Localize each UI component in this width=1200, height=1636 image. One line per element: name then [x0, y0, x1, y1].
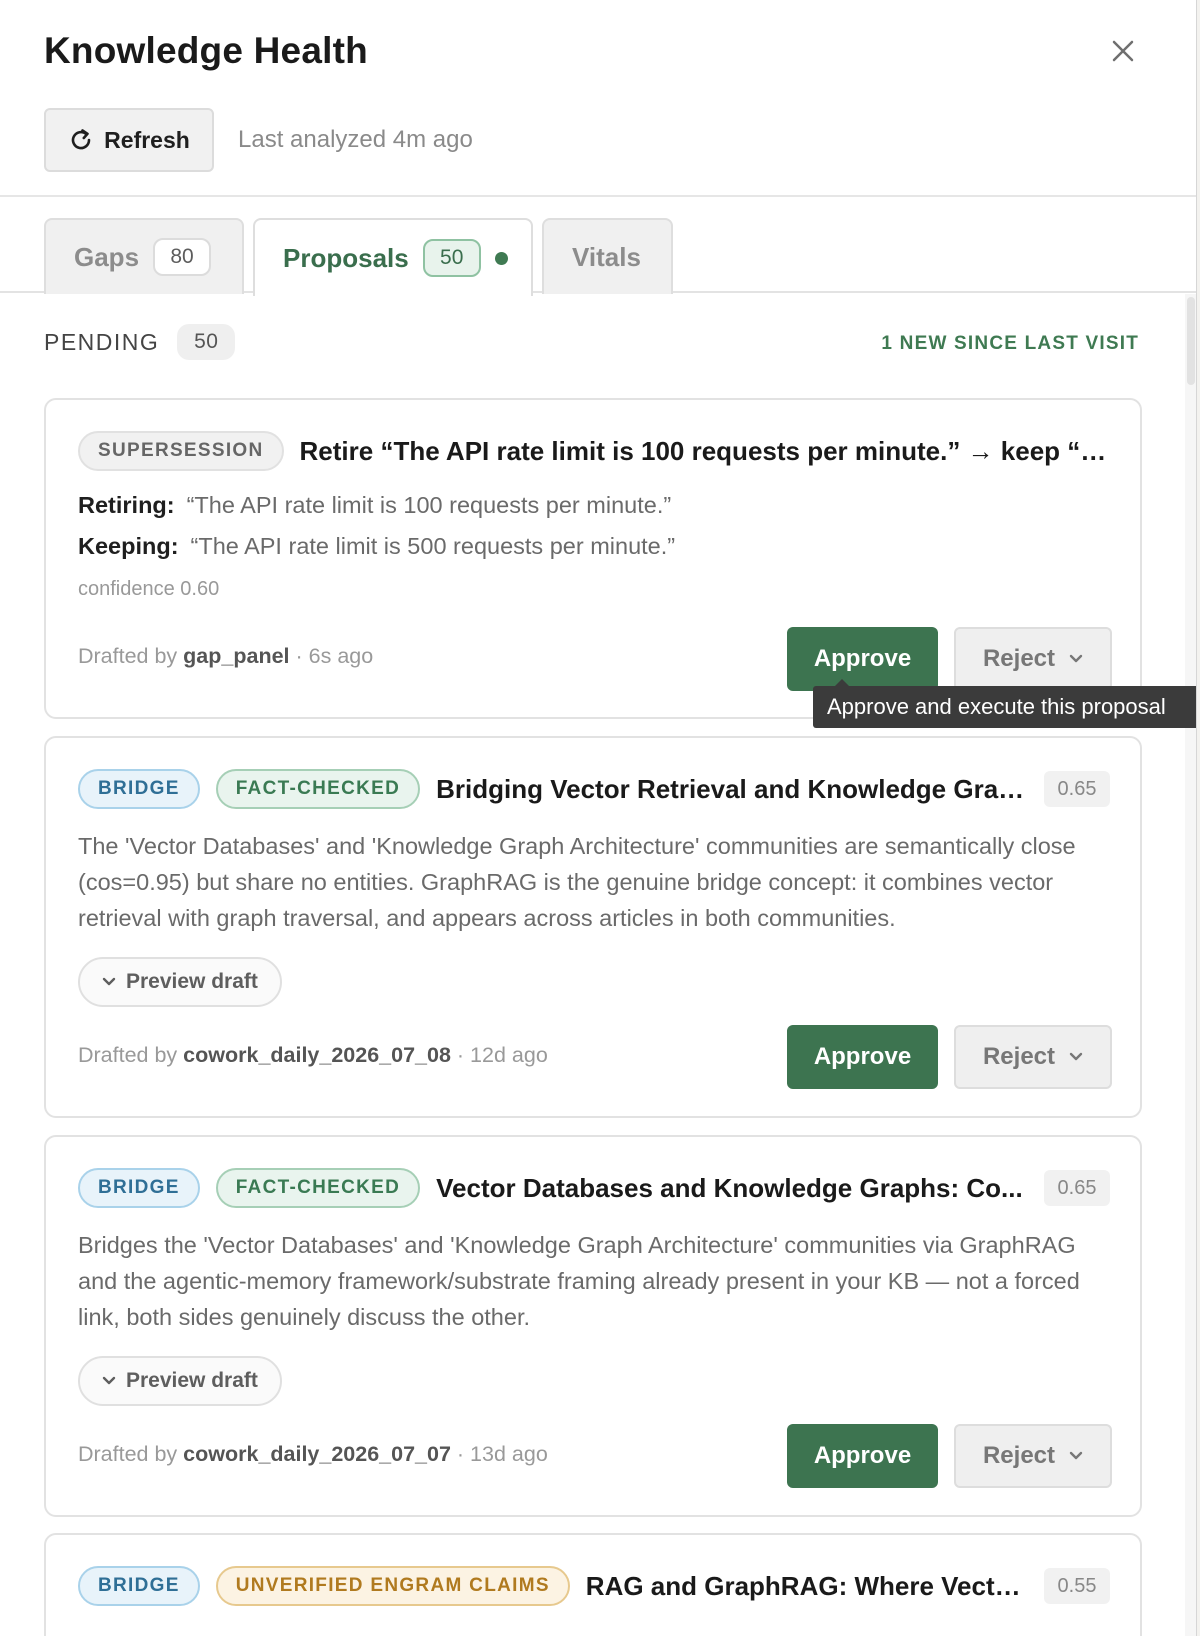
reject-button[interactable]: Reject — [954, 1424, 1112, 1488]
pending-label: PENDING — [44, 328, 160, 355]
preview-label: Preview draft — [126, 970, 258, 993]
chevron-down-icon — [102, 1376, 116, 1385]
retiring-row: Retiring: “The API rate limit is 100 requ… — [78, 492, 671, 519]
keeping-row: Keeping: “The API rate limit is 500 reque… — [78, 533, 675, 560]
card-title: RAG and GraphRAG: Where Vector ... — [585, 1570, 1028, 1601]
card-header: SUPERSESSION Retire “The API rate limit … — [78, 430, 1110, 472]
tab-proposals[interactable]: Proposals 50 — [253, 218, 533, 296]
tab-bar: Gaps 80 Proposals 50 Vitals — [0, 199, 1196, 296]
proposal-card: SUPERSESSION Retire “The API rate limit … — [44, 398, 1142, 719]
card-title: Retire “The API rate limit is 100 reques… — [299, 435, 1110, 466]
tag-bridge: BRIDGE — [78, 1566, 200, 1606]
retiring-label: Retiring: — [78, 492, 175, 518]
drafted-by: Drafted by gap_panel · 6s ago — [78, 644, 373, 669]
score-badge: 0.55 — [1044, 1568, 1110, 1604]
refresh-label: Refresh — [104, 126, 190, 153]
proposal-card: BRIDGE FACT-CHECKED Vector Databases and… — [44, 1135, 1142, 1517]
tab-count: 50 — [422, 239, 481, 277]
card-description: Bridges the 'Vector Databases' and 'Know… — [78, 1232, 1080, 1330]
drafted-by: Drafted by cowork_daily_2026_07_07 · 13d… — [78, 1442, 548, 1467]
proposal-card: BRIDGE FACT-CHECKED Bridging Vector Retr… — [44, 736, 1142, 1118]
card-description: The 'Vector Databases' and 'Knowledge Gr… — [78, 833, 1076, 931]
refresh-button[interactable]: Refresh — [44, 108, 214, 172]
refresh-icon — [71, 129, 91, 150]
scrollbar-track[interactable] — [1185, 294, 1196, 1636]
proposal-card: BRIDGE UNVERIFIED ENGRAM CLAIMS RAG and … — [44, 1533, 1142, 1636]
new-indicator-dot — [494, 251, 508, 265]
keeping-label: Keeping: — [78, 533, 179, 559]
reject-label: Reject — [982, 1043, 1056, 1070]
drafted-author: gap_panel — [183, 644, 290, 668]
tag-supersession: SUPERSESSION — [78, 431, 284, 471]
card-header: BRIDGE FACT-CHECKED Bridging Vector Retr… — [78, 768, 1110, 810]
approve-button[interactable]: Approve — [787, 1025, 938, 1089]
card-title: Vector Databases and Knowledge Graphs: C… — [436, 1172, 1023, 1203]
tab-count: 80 — [153, 238, 212, 276]
knowledge-health-panel: Knowledge Health Refresh Last analyzed 4… — [0, 0, 1197, 1636]
chevron-down-icon — [1069, 654, 1083, 663]
tab-label: Vitals — [572, 241, 641, 272]
score-badge: 0.65 — [1044, 1170, 1110, 1206]
tag-bridge: BRIDGE — [78, 769, 200, 809]
drafted-author: cowork_daily_2026_07_08 — [183, 1043, 451, 1067]
preview-draft-button[interactable]: Preview draft — [78, 957, 282, 1007]
tag-unverified-engram-claims: UNVERIFIED ENGRAM CLAIMS — [215, 1566, 570, 1606]
drafted-prefix: Drafted by — [78, 644, 178, 668]
drafted-author: cowork_daily_2026_07_07 — [183, 1442, 451, 1466]
preview-draft-button[interactable]: Preview draft — [78, 1356, 282, 1406]
approve-tooltip: Approve and execute this proposal — [813, 679, 1196, 728]
new-since-last-visit: 1 NEW SINCE LAST VISIT — [881, 333, 1139, 354]
drafted-time: · 13d ago — [456, 1442, 548, 1466]
approve-button[interactable]: Approve — [787, 1424, 938, 1488]
preview-label: Preview draft — [126, 1369, 258, 1392]
reject-button[interactable]: Reject — [954, 1025, 1112, 1089]
drafted-prefix: Drafted by — [78, 1043, 178, 1067]
close-icon — [1112, 40, 1134, 62]
retiring-text: “The API rate limit is 100 requests per … — [186, 492, 672, 518]
tab-vitals[interactable]: Vitals — [542, 218, 673, 294]
tab-label: Proposals — [283, 242, 409, 273]
drafted-by: Drafted by cowork_daily_2026_07_08 · 12d… — [78, 1043, 548, 1068]
close-button[interactable] — [1106, 34, 1140, 68]
drafted-prefix: Drafted by — [78, 1442, 178, 1466]
chevron-down-icon — [102, 977, 116, 986]
chevron-down-icon — [1069, 1451, 1083, 1460]
tab-gaps[interactable]: Gaps 80 — [44, 218, 244, 294]
pending-count: 50 — [177, 324, 236, 360]
tag-fact-checked: FACT-CHECKED — [215, 769, 421, 809]
tab-label: Gaps — [74, 241, 140, 272]
last-analyzed: Last analyzed 4m ago — [238, 126, 473, 153]
tag-bridge: BRIDGE — [78, 1168, 200, 1208]
scrollbar-thumb[interactable] — [1187, 297, 1195, 385]
drafted-time: · 12d ago — [456, 1043, 548, 1067]
panel-title: Knowledge Health — [44, 30, 368, 71]
drafted-time: · 6s ago — [295, 644, 374, 668]
card-header: BRIDGE UNVERIFIED ENGRAM CLAIMS RAG and … — [78, 1565, 1110, 1607]
pending-header: PENDING 50 — [44, 324, 236, 360]
confidence-value: confidence 0.60 — [78, 578, 220, 600]
panel-header: Knowledge Health Refresh Last analyzed 4… — [0, 0, 1196, 197]
reject-button[interactable]: Reject — [954, 627, 1112, 691]
reject-label: Reject — [982, 1442, 1056, 1469]
keeping-text: “The API rate limit is 500 requests per … — [190, 533, 676, 559]
approve-button[interactable]: Approve — [787, 627, 938, 691]
card-header: BRIDGE FACT-CHECKED Vector Databases and… — [78, 1167, 1110, 1209]
chevron-down-icon — [1069, 1052, 1083, 1061]
card-title: Bridging Vector Retrieval and Knowledge … — [436, 773, 1028, 804]
tag-fact-checked: FACT-CHECKED — [215, 1168, 421, 1208]
score-badge: 0.65 — [1044, 771, 1110, 807]
reject-label: Reject — [982, 645, 1056, 672]
